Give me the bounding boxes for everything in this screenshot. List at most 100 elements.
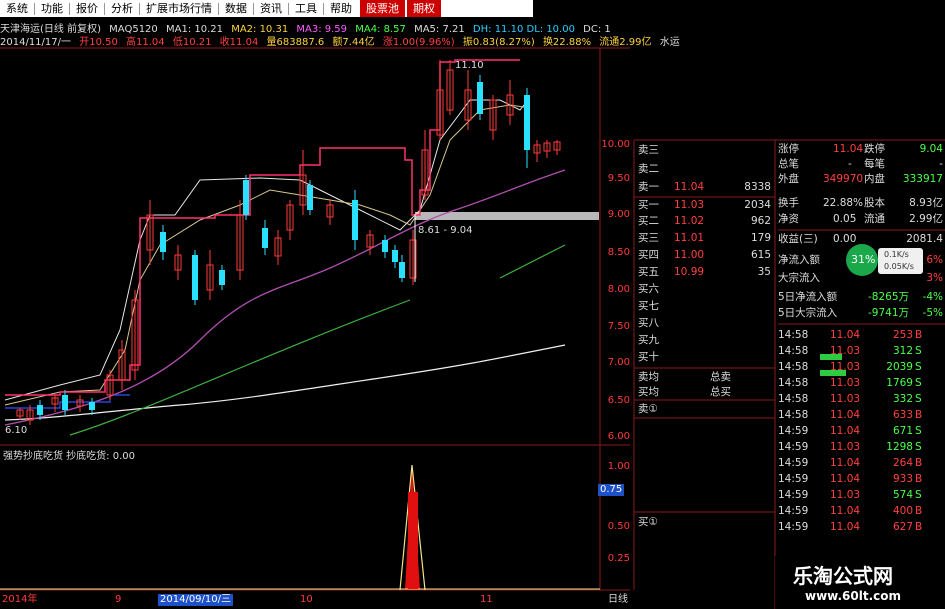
trade-time: 14:58 [778,345,809,357]
ob-name: 买九 [638,334,659,346]
trade-time: 14:58 [778,329,809,341]
ob-name: 买三 [638,232,659,244]
daily-label[interactable]: 日线 [608,594,628,606]
orderbook-sell-zero: 卖① [638,402,775,417]
trade-row: 14:58 11.04 253 B [778,327,945,343]
date-axis-nov: 11 [480,594,493,605]
stat-label: 内盘 [864,173,885,185]
flow-row-5d-block: 5日大宗流入 -9741万 -5% [778,306,945,320]
price-axis-750: 7.50 [607,321,630,332]
candlesticks [16,60,561,425]
trade-price: 11.03 [830,345,861,357]
trade-price: 11.03 [830,489,861,501]
watermark-title: 乐淘公式网 [793,564,893,588]
stat-label: 换手 [778,197,799,209]
trade-row: 14:59 11.04 264 B [778,455,945,471]
chart-min-label: 6.10 [5,425,28,436]
ob-total-sell: 总卖 [710,371,731,383]
ob-price: 11.01 [674,232,705,244]
stat-label: 净资 [778,213,799,225]
ob-name: 买五 [638,266,659,278]
stat-value: 0.00 [833,233,857,245]
trade-time: 14:58 [778,393,809,405]
stat-value: - [939,158,943,170]
orderbook-sell-1: 卖一 11.04 8338 [638,180,775,195]
flow-label: 5日净流入额 [778,291,838,303]
trade-vol: 264 [892,457,913,469]
ob-volume: 179 [750,232,771,244]
chart-max-label: 11.10 [455,60,484,71]
stat-value: 9.04 [919,143,943,155]
trade-time: 14:59 [778,457,809,469]
trade-vol: 1298 [886,441,913,453]
price-axis-850: 8.50 [607,247,630,258]
trade-row: 14:59 11.04 933 B [778,471,945,487]
orderbook-sell-avg: 卖均 总卖 [638,370,775,385]
ob-name: 卖均 [638,371,659,383]
stat-value: 349970 [823,173,864,185]
trade-time: 14:59 [778,489,809,501]
trade-time: 14:59 [778,441,809,453]
ob-name: 卖三 [638,144,659,156]
orderbook-buy-10: 买十 [638,350,775,365]
orderbook-buy-9: 买九 [638,333,775,348]
ob-name: 卖① [638,403,658,415]
ob-name: 买二 [638,215,659,227]
flow-pct: -4% [922,291,943,303]
indicator-axis-025: 0.25 [607,553,630,564]
orderbook-buy-3: 买三 11.01 179 [638,231,775,246]
ma4-line [69,299,411,436]
stats-row-outer-inner: 外盘 349970 内盘 333917 [778,172,945,186]
stat-label: 外盘 [778,173,799,185]
trade-vol: 574 [892,489,913,501]
trade-vol: 633 [892,409,913,421]
ob-name: 买① [638,516,658,528]
price-band [415,212,599,220]
ob-name: 买七 [638,300,659,312]
stat-value: 2081.4 [906,233,943,245]
ob-volume: 8338 [744,181,771,193]
trade-price: 11.04 [830,505,861,517]
flow-pct: -5% [922,307,943,319]
trade-row: 14:59 11.04 627 B [778,519,945,535]
stat-value: 8.93亿 [909,197,943,209]
stat-value: 0.05 [833,213,857,225]
flow-label: 大宗流入 [778,272,820,284]
trade-row: 14:58 11.03 332 S [778,391,945,407]
trade-price: 11.03 [830,361,861,373]
trade-vol: 627 [892,521,913,533]
trade-time: 14:58 [778,377,809,389]
trade-side: S [915,393,922,405]
price-axis-950: 9.50 [607,173,630,184]
trade-side: B [915,409,923,421]
stat-value: 22.88% [823,197,864,209]
orderbook-buy-6: 买六 [638,282,775,297]
stats-row-netasset: 净资 0.05 流通 2.99亿 [778,212,945,226]
flow-value: -8265万 [868,291,910,303]
indicator-axis-050: 0.50 [607,521,630,532]
orderbook-buy-7: 买七 [638,299,775,314]
date-axis-oct: 10 [300,594,313,605]
ob-volume: 35 [757,266,771,278]
date-axis-cursor: 2014/09/10/三 [158,594,234,606]
stat-label: 跌停 [864,143,885,155]
indicator-axis-075: 0.75 [598,484,625,496]
stat-value: 333917 [902,173,943,185]
flow-label: 净流入额 [778,254,820,266]
ob-total-buy: 总买 [710,386,731,398]
ma2-line [4,104,531,406]
stat-value: 2.99亿 [909,213,943,225]
trade-vol: 2039 [886,361,913,373]
date-axis-sep: 9 [115,594,122,605]
trade-row: 14:58 11.03 312 S [778,343,945,359]
orderbook-buy-avg: 买均 总买 [638,385,775,400]
ma1-line [4,99,529,401]
trade-side: B [915,457,923,469]
ob-price: 11.02 [674,215,705,227]
trade-time: 14:59 [778,425,809,437]
trade-vol: 312 [892,345,913,357]
orderbook-buy-1: 买一 11.03 2034 [638,198,775,213]
price-axis-600: 6.00 [607,431,630,442]
stats-row-trades: 总笔 - 每笔 - [778,157,945,171]
trade-vol: 671 [892,425,913,437]
